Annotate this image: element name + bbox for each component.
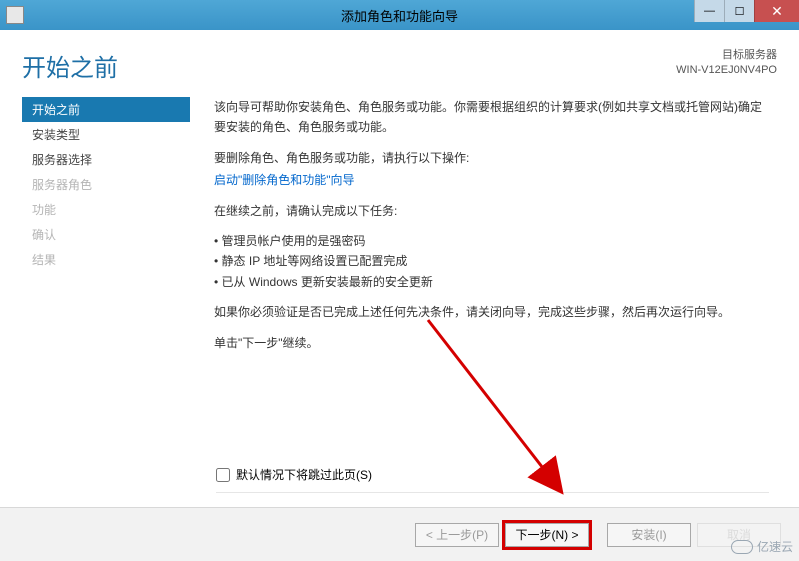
footer: < 上一步(P) 下一步(N) > 安装(I) 取消 [0,507,799,561]
list-item: 静态 IP 地址等网络设置已配置完成 [214,251,769,271]
skip-page-label: 默认情况下将跳过此页(S) [236,466,372,483]
target-server-name: WIN-V12EJ0NV4PO [676,63,777,78]
remove-roles-link[interactable]: 启动"删除角色和功能"向导 [214,173,355,187]
page-title: 开始之前 [22,48,118,83]
step-results: 结果 [22,247,190,272]
close-button[interactable]: ✕ [754,0,799,22]
header: 开始之前 目标服务器 WIN-V12EJ0NV4PO [0,30,799,91]
titlebar: 添加角色和功能向导 — ☐ ✕ [0,0,799,30]
step-confirmation: 确认 [22,222,190,247]
remove-roles-line: 要删除角色、角色服务或功能，请执行以下操作: [214,148,769,168]
main-area: 开始之前 安装类型 服务器选择 服务器角色 功能 确认 结果 该向导可帮助你安装… [0,91,799,363]
minimize-button[interactable]: — [694,0,724,22]
precheck-list: 管理员帐户使用的是强密码 静态 IP 地址等网络设置已配置完成 已从 Windo… [214,231,769,292]
step-installation-type[interactable]: 安装类型 [22,122,190,147]
watermark-text: 亿速云 [757,538,793,555]
list-item: 管理员帐户使用的是强密码 [214,231,769,251]
step-server-roles: 服务器角色 [22,172,190,197]
target-server-box: 目标服务器 WIN-V12EJ0NV4PO [676,48,777,79]
body-content: 该向导可帮助你安装角色、角色服务或功能。你需要根据组织的计算要求(例如共享文档或… [190,91,799,363]
step-server-selection[interactable]: 服务器选择 [22,147,190,172]
cloud-icon [731,540,753,554]
window-title: 添加角色和功能向导 [341,6,458,25]
skip-page-checkbox[interactable] [216,468,230,482]
wizard-steps-sidebar: 开始之前 安装类型 服务器选择 服务器角色 功能 确认 结果 [22,91,190,363]
target-server-label: 目标服务器 [676,48,777,63]
precheck-line: 在继续之前，请确认完成以下任务: [214,201,769,221]
previous-button: < 上一步(P) [415,523,499,547]
skip-page-row: 默认情况下将跳过此页(S) [216,466,372,483]
app-icon [6,6,24,24]
step-before-you-begin[interactable]: 开始之前 [22,97,190,122]
intro-text: 该向导可帮助你安装角色、角色服务或功能。你需要根据组织的计算要求(例如共享文档或… [214,97,769,138]
continue-line: 单击"下一步"继续。 [214,333,769,353]
maximize-button[interactable]: ☐ [724,0,754,22]
step-features: 功能 [22,197,190,222]
divider [216,492,769,493]
window-controls: — ☐ ✕ [694,0,799,22]
list-item: 已从 Windows 更新安装最新的安全更新 [214,272,769,292]
install-button: 安装(I) [607,523,691,547]
next-button[interactable]: 下一步(N) > [505,523,589,547]
verify-line: 如果你必须验证是否已完成上述任何先决条件，请关闭向导，完成这些步骤，然后再次运行… [214,302,769,322]
watermark: 亿速云 [731,538,793,555]
